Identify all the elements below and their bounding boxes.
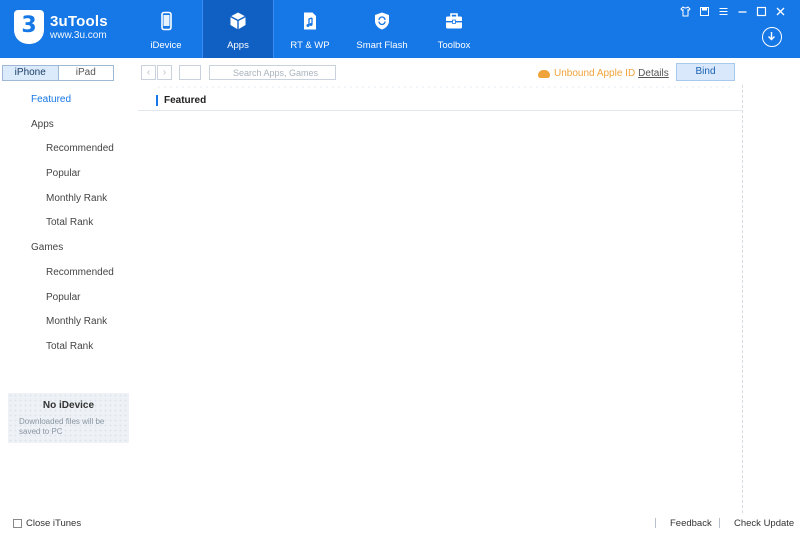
- sidebar-item-apps-popular[interactable]: Popular: [0, 162, 136, 187]
- breadcrumb-title: Featured: [156, 95, 206, 106]
- download-icon: [768, 32, 775, 41]
- cloud-icon: [538, 69, 550, 78]
- bind-button[interactable]: Bind: [676, 63, 735, 81]
- apple-id-status: Unbound Apple ID Details: [538, 68, 669, 79]
- sidebar-item-games-recommended[interactable]: Recommended: [0, 261, 136, 286]
- nav-label: RT & WP: [290, 40, 330, 51]
- forward-button[interactable]: ›: [157, 65, 172, 80]
- phone-icon: [161, 11, 172, 31]
- chevron-right-icon: ›: [162, 67, 167, 78]
- nav-toolbox[interactable]: Toolbox: [418, 0, 490, 58]
- footer-divider: [719, 518, 720, 528]
- details-link[interactable]: Details: [638, 68, 669, 79]
- close-itunes-label: Close iTunes: [26, 518, 82, 529]
- note-icon[interactable]: [699, 6, 710, 17]
- feedback-link[interactable]: Feedback: [670, 518, 712, 529]
- sidebar-item-featured[interactable]: Featured: [0, 88, 136, 113]
- device-status-card: No iDevice Downloaded files will be save…: [8, 393, 129, 443]
- nav-label: Smart Flash: [356, 40, 408, 51]
- nav-label: Toolbox: [437, 40, 471, 51]
- back-button[interactable]: ‹: [141, 65, 156, 80]
- main-content: Featured: [138, 85, 743, 513]
- shirt-icon[interactable]: [680, 6, 691, 17]
- dotted-divider: [156, 85, 731, 89]
- main-nav: iDevice Apps RT & WP Smart Flash Toolbox: [130, 0, 490, 58]
- briefcase-icon: [446, 13, 462, 29]
- sidebar-item-apps-recommended[interactable]: Recommended: [0, 137, 136, 162]
- search-input[interactable]: [209, 65, 336, 80]
- nav-rt-wp[interactable]: RT & WP: [274, 0, 346, 58]
- sidebar-item-games-total-rank[interactable]: Total Rank: [0, 335, 136, 360]
- sidebar-item-apps-total-rank[interactable]: Total Rank: [0, 211, 136, 236]
- sidebar-item-apps-monthly-rank[interactable]: Monthly Rank: [0, 187, 136, 212]
- nav-idevice[interactable]: iDevice: [130, 0, 202, 58]
- tab-iphone[interactable]: iPhone: [3, 66, 59, 80]
- refresh-button[interactable]: [179, 65, 201, 80]
- nav-label: iDevice: [150, 40, 182, 51]
- chevron-left-icon: ‹: [146, 67, 151, 78]
- maximize-icon[interactable]: [756, 6, 767, 17]
- close-itunes-checkbox[interactable]: [13, 519, 22, 528]
- logo-icon: 3: [14, 10, 44, 44]
- sidebar-item-apps[interactable]: Apps: [0, 113, 136, 138]
- menu-icon[interactable]: [718, 6, 729, 17]
- device-status-title: No iDevice: [42, 400, 95, 411]
- status-bar: Close iTunes Feedback Check Update: [0, 513, 800, 533]
- app-logo: 3 3uTools www.3u.com: [14, 10, 108, 44]
- content-toolbar: ‹ › Unbound Apple ID Details Bind: [136, 58, 800, 88]
- window-controls: [680, 6, 786, 17]
- apple-id-status-text: Unbound Apple ID: [554, 68, 636, 79]
- footer-divider: [655, 518, 656, 528]
- breadcrumb: Featured: [138, 85, 743, 111]
- music-file-icon: [304, 12, 316, 30]
- top-bar: 3 3uTools www.3u.com iDevice Apps RT & W…: [0, 0, 800, 58]
- app-window: 3 3uTools www.3u.com iDevice Apps RT & W…: [0, 0, 800, 533]
- minimize-icon[interactable]: [737, 6, 748, 17]
- shield-refresh-icon: [375, 12, 389, 30]
- nav-smart-flash[interactable]: Smart Flash: [346, 0, 418, 58]
- check-update-link[interactable]: Check Update: [734, 518, 794, 529]
- logo-glyph: 3: [21, 13, 37, 38]
- nav-apps[interactable]: Apps: [202, 0, 274, 58]
- download-button[interactable]: [762, 27, 782, 47]
- sidebar-item-games[interactable]: Games: [0, 236, 136, 261]
- sidebar: iPhone iPad Featured Apps Recommended Po…: [0, 58, 136, 513]
- nav-label: Apps: [227, 40, 249, 51]
- device-type-toggle: iPhone iPad: [2, 65, 114, 81]
- close-icon[interactable]: [775, 6, 786, 17]
- device-status-subtitle: Downloaded files will be saved to PC: [19, 417, 105, 436]
- tab-ipad[interactable]: iPad: [59, 66, 114, 80]
- app-title: 3uTools: [50, 12, 108, 30]
- category-menu: Featured Apps Recommended Popular Monthl…: [0, 88, 136, 360]
- app-website: www.3u.com: [50, 29, 107, 41]
- cube-icon: [230, 12, 246, 30]
- sidebar-item-games-popular[interactable]: Popular: [0, 286, 136, 311]
- sidebar-item-games-monthly-rank[interactable]: Monthly Rank: [0, 310, 136, 335]
